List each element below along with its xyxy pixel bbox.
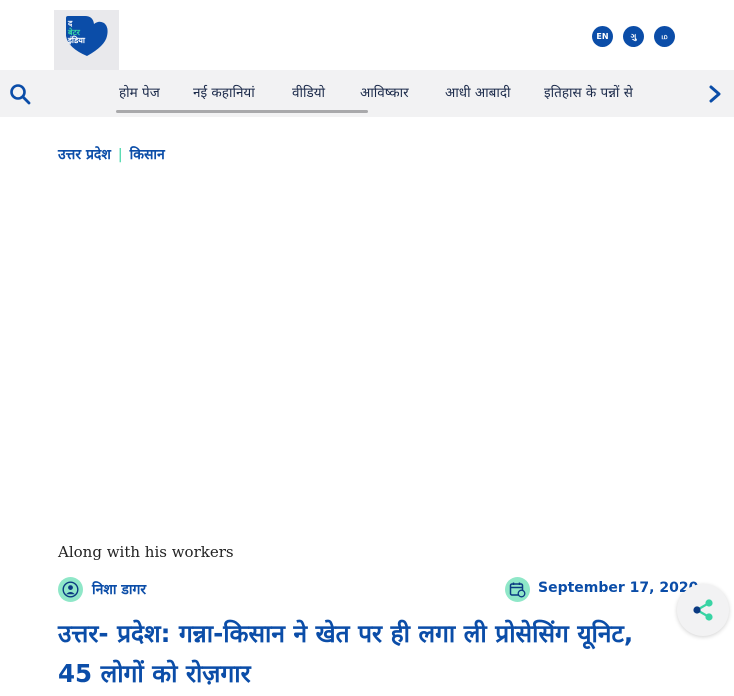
nav-scrollbar[interactable] [116, 110, 368, 113]
main-nav: होम पेज नई कहानियां वीडियो आविष्कार आधी … [0, 70, 734, 117]
chevron-right-icon[interactable] [704, 82, 726, 106]
share-button[interactable] [677, 584, 729, 636]
article-hero-image [58, 178, 676, 530]
calendar-icon [505, 577, 530, 602]
nav-item-new-stories[interactable]: नई कहानियां [193, 83, 255, 101]
language-gujarati-button[interactable]: ગુ [623, 26, 644, 47]
breadcrumb-item-category[interactable]: किसान [130, 147, 165, 163]
breadcrumb: उत्तर प्रदेश | किसान [58, 145, 165, 164]
nav-item-history[interactable]: इतिहास के पन्नों से [544, 83, 633, 101]
publish-date: September 17, 2020 [538, 580, 699, 596]
nav-item-women[interactable]: आधी आबादी [445, 83, 511, 101]
user-icon [58, 577, 83, 602]
language-en-button[interactable]: EN [592, 26, 613, 47]
article-title: उत्तर- प्रदेश: गन्ना-किसान ने खेत पर ही … [58, 619, 634, 688]
share-icon [693, 599, 713, 621]
language-tamil-button[interactable]: ம [654, 26, 675, 47]
author-name[interactable]: निशा डागर [92, 580, 146, 599]
nav-item-videos[interactable]: वीडियो [292, 83, 325, 101]
site-logo[interactable]: द बेटर इंडिया [54, 10, 119, 70]
image-caption: Along with his workers [58, 543, 234, 561]
nav-item-innovation[interactable]: आविष्कार [360, 83, 409, 101]
logo-text: द बेटर इंडिया [68, 19, 85, 46]
logo-line-3: इंडिया [68, 36, 85, 45]
breadcrumb-item-state[interactable]: उत्तर प्रदेश [58, 147, 111, 163]
breadcrumb-separator: | [117, 147, 123, 163]
nav-item-home[interactable]: होम पेज [119, 83, 160, 101]
site-header: द बेटर इंडिया EN ગુ ம [0, 0, 734, 70]
